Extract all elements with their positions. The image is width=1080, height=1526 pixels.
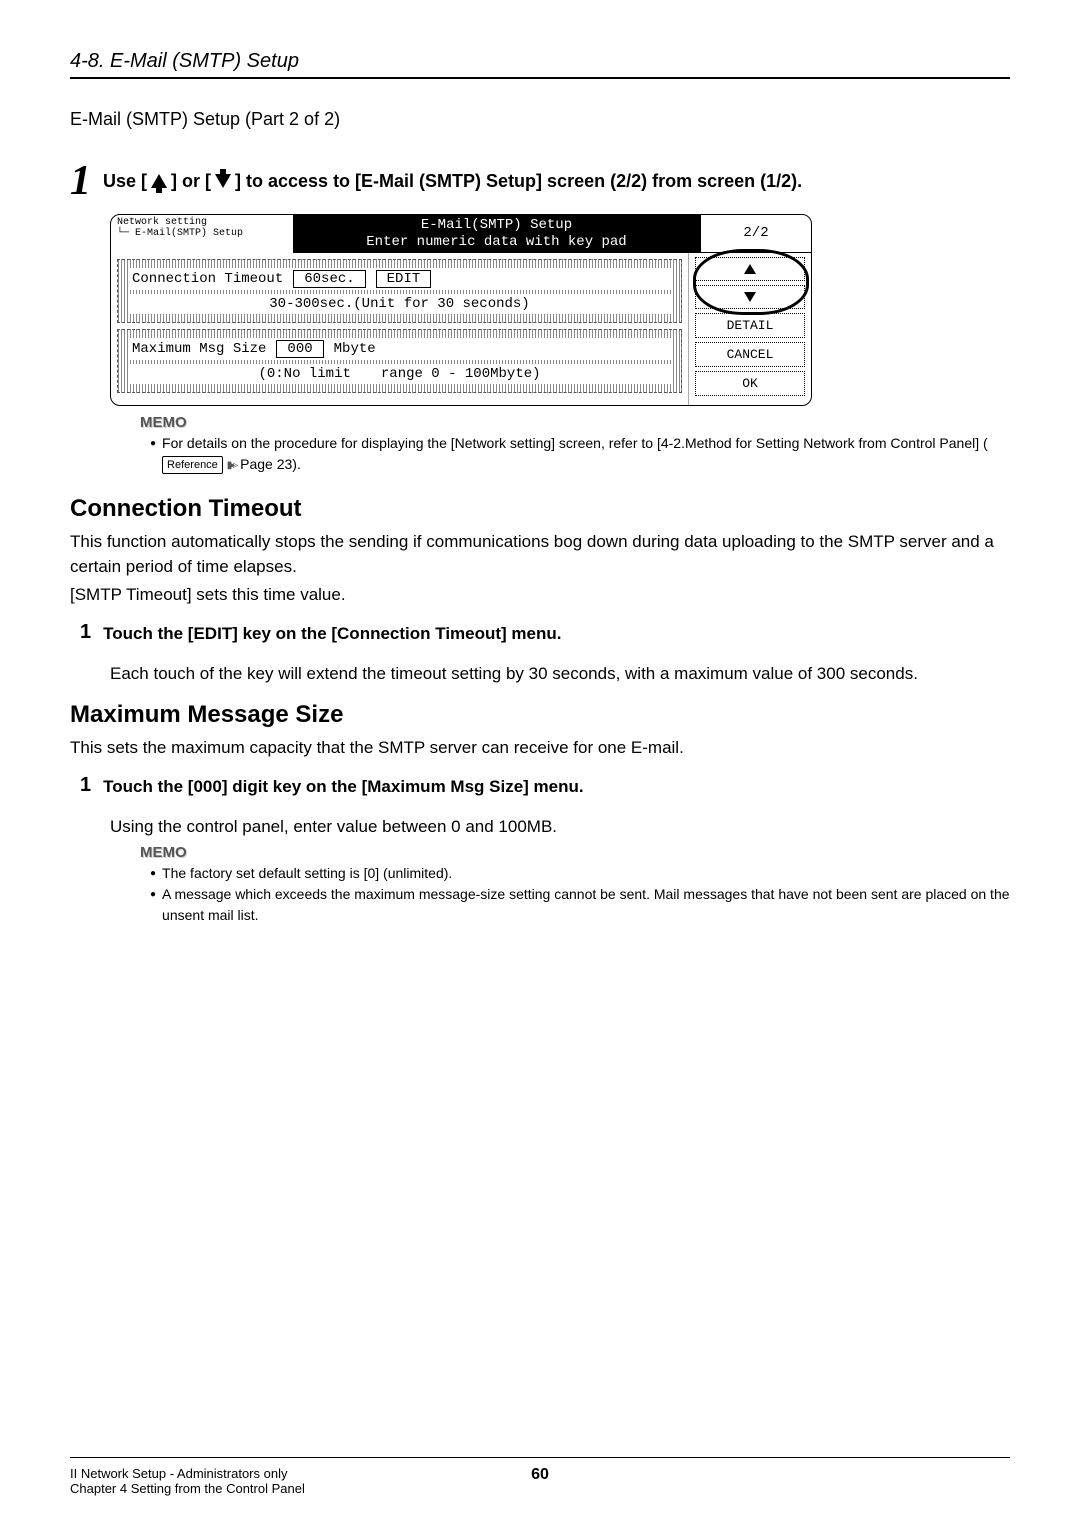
memo-label-1: MEMO xyxy=(140,414,1010,431)
conn-timeout-label: Connection Timeout xyxy=(132,271,283,287)
page-indicator: 2/2 xyxy=(700,215,811,253)
panel-header-left: Network setting └─ E-Mail(SMTP) Setup xyxy=(111,215,293,253)
memo1-a: For details on the procedure for display… xyxy=(162,435,988,451)
connection-p2: [SMTP Timeout] sets this time value. xyxy=(70,582,1010,608)
smtp-setup-panel: Network setting └─ E-Mail(SMTP) Setup E-… xyxy=(110,214,812,406)
maxmsg-p1: This sets the maximum capacity that the … xyxy=(70,735,1010,761)
maxmsg-heading: Maximum Message Size xyxy=(70,701,1010,729)
footer-left-1: II Network Setup - Administrators only xyxy=(70,1466,305,1481)
arrow-up-icon xyxy=(151,174,167,188)
maxmsg-hint-right: range 0 - 100Mbyte) xyxy=(381,366,541,382)
connection-p1: This function automatically stops the se… xyxy=(70,529,1010,580)
bullet-icon xyxy=(150,884,156,926)
step1-post: ] to access to [E-Mail (SMTP) Setup] scr… xyxy=(235,171,802,192)
maxmsg-step-title: Touch the [000] digit key on the [Maximu… xyxy=(103,774,583,797)
maxmsg-hint-left: (0:No limit xyxy=(258,366,350,382)
connection-timeout-group: Connection Timeout 60sec. EDIT 30-300sec… xyxy=(117,259,682,323)
subtitle: E-Mail (SMTP) Setup (Part 2 of 2) xyxy=(70,109,1010,130)
hdr-title-2: Enter numeric data with key pad xyxy=(297,234,696,251)
maxmsg-label: Maximum Msg Size xyxy=(132,341,266,357)
memo-label-2: MEMO xyxy=(140,844,1010,861)
max-msg-group: Maximum Msg Size 000 Mbyte (0:No limit r… xyxy=(117,329,682,393)
conn-timeout-value[interactable]: 60sec. xyxy=(293,270,365,288)
maxmsg-unit: Mbyte xyxy=(334,341,376,357)
scroll-up-button[interactable] xyxy=(695,257,805,281)
connection-step: 1 Touch the [EDIT] key on the [Connectio… xyxy=(80,621,1010,644)
arrow-down-icon xyxy=(215,174,231,188)
memo1-b: Page 23). xyxy=(240,456,301,472)
edit-button[interactable]: EDIT xyxy=(376,270,432,288)
panel-side: DETAIL CANCEL OK xyxy=(689,253,811,405)
maxmsg-step-body: Using the control panel, enter value bet… xyxy=(110,814,1010,840)
arrow-up-icon xyxy=(744,264,756,274)
footer-left-2: Chapter 4 Setting from the Control Panel xyxy=(70,1481,305,1496)
connection-timeout-heading: Connection Timeout xyxy=(70,495,1010,523)
hdr-title-1: E-Mail(SMTP) Setup xyxy=(297,217,696,234)
page-footer: II Network Setup - Administrators only C… xyxy=(70,1457,1010,1496)
step1-mid: ] or [ xyxy=(171,171,211,192)
memo1-text: For details on the procedure for display… xyxy=(162,433,1010,475)
reference-badge: Reference xyxy=(162,456,223,475)
hdr-left-line2: └─ E-Mail(SMTP) Setup xyxy=(117,228,287,239)
memo-1: For details on the procedure for display… xyxy=(150,433,1010,475)
connection-step-body: Each touch of the key will extend the ti… xyxy=(110,661,1010,687)
ref-arrows-icon: ▮▸▹ xyxy=(227,459,237,470)
step-1-text: Use [ ] or [ ] to access to [E-Mail (SMT… xyxy=(103,171,802,192)
breadcrumb: 4-8. E-Mail (SMTP) Setup xyxy=(70,50,1010,79)
ok-button[interactable]: OK xyxy=(695,371,805,396)
memo2-b2: A message which exceeds the maximum mess… xyxy=(162,884,1010,926)
bullet-icon xyxy=(150,433,156,475)
conn-timeout-hint: 30-300sec.(Unit for 30 seconds) xyxy=(269,296,529,312)
connection-step-title: Touch the [EDIT] key on the [Connection … xyxy=(103,621,561,644)
panel-main: Connection Timeout 60sec. EDIT 30-300sec… xyxy=(111,253,689,405)
cancel-button[interactable]: CANCEL xyxy=(695,342,805,367)
footer-page-number: 60 xyxy=(531,1466,549,1484)
panel-header-title: E-Mail(SMTP) Setup Enter numeric data wi… xyxy=(293,215,700,253)
step-1-row: 1 Use [ ] or [ ] to access to [E-Mail (S… xyxy=(70,160,1010,202)
bullet-icon xyxy=(150,863,156,884)
step1-pre: Use [ xyxy=(103,171,147,192)
maxmsg-step: 1 Touch the [000] digit key on the [Maxi… xyxy=(80,774,1010,797)
panel-header: Network setting └─ E-Mail(SMTP) Setup E-… xyxy=(111,215,811,253)
maxmsg-value[interactable]: 000 xyxy=(276,340,323,358)
footer-left: II Network Setup - Administrators only C… xyxy=(70,1466,305,1496)
step-number-1: 1 xyxy=(70,160,91,202)
memo-2: The factory set default setting is [0] (… xyxy=(150,863,1010,926)
arrow-down-icon xyxy=(744,292,756,302)
connection-step-num: 1 xyxy=(80,621,91,644)
maxmsg-step-num: 1 xyxy=(80,774,91,797)
memo2-b1: The factory set default setting is [0] (… xyxy=(162,863,452,884)
scroll-down-button[interactable] xyxy=(695,285,805,309)
detail-button[interactable]: DETAIL xyxy=(695,313,805,338)
hdr-left-line1: Network setting xyxy=(117,217,287,228)
